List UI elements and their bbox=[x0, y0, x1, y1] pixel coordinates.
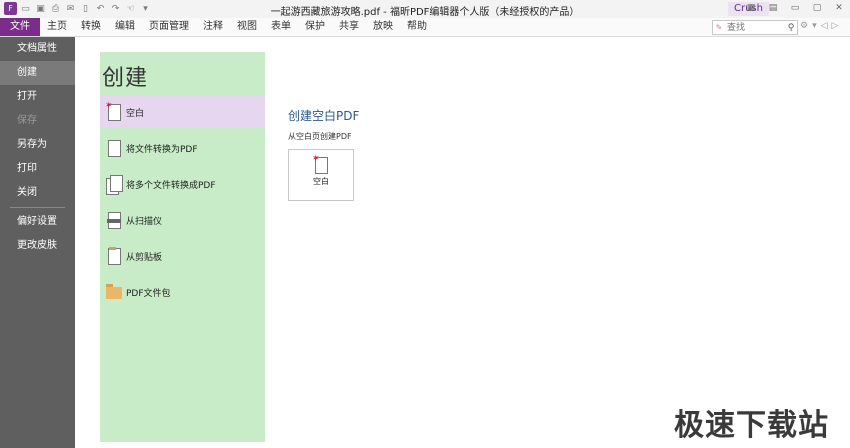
folder-icon bbox=[105, 283, 123, 301]
search-box: ✎ ⚲ bbox=[712, 20, 798, 35]
sidebar-item-open[interactable]: 打开 bbox=[0, 85, 75, 109]
create-option-label: 空白 bbox=[126, 108, 145, 119]
window-title: 一起游西藏旅游攻略.pdf - 福昕PDF编辑器个人版（未经授权的产品） bbox=[270, 7, 580, 18]
create-option-clipboard[interactable]: 从剪贴板 bbox=[100, 240, 265, 272]
tab-home[interactable]: 主页 bbox=[40, 18, 74, 36]
layout-icon[interactable]: ▦ bbox=[744, 2, 758, 15]
gear-icon[interactable]: ⚙ bbox=[800, 21, 808, 31]
arrow-right-icon[interactable]: ▷ bbox=[832, 21, 839, 31]
create-option-multi-convert[interactable]: 将多个文件转换成PDF bbox=[100, 168, 265, 200]
multi-file-convert-icon bbox=[105, 175, 123, 195]
arrow-left-icon[interactable]: ◁ bbox=[821, 21, 828, 31]
menu-bar: 文件 主页 转换 编辑 页面管理 注释 视图 表单 保护 共享 放映 帮助 ✎ … bbox=[0, 18, 850, 37]
tab-protect[interactable]: 保护 bbox=[298, 18, 332, 36]
create-option-label: 从扫描仪 bbox=[126, 216, 163, 227]
menu-right-controls: ⚙ ▾ ◁ ▷ bbox=[800, 21, 838, 31]
sidebar-item-document-properties[interactable]: 文档属性 bbox=[0, 37, 75, 61]
content-subtitle: 从空白页创建PDF bbox=[288, 132, 352, 141]
panel-gap bbox=[75, 37, 100, 448]
create-option-label: 将文件转换为PDF bbox=[126, 144, 198, 155]
create-option-label: 将多个文件转换成PDF bbox=[126, 180, 216, 191]
tab-share[interactable]: 共享 bbox=[332, 18, 366, 36]
sidebar-item-save-as[interactable]: 另存为 bbox=[0, 133, 75, 157]
sidebar-divider bbox=[10, 207, 65, 208]
blank-doc-icon: ✶ bbox=[312, 154, 330, 174]
sidebar-item-close[interactable]: 关闭 bbox=[0, 181, 75, 205]
sidebar-item-save: 保存 bbox=[17, 115, 37, 126]
sidebar-item-change-skin[interactable]: 更改皮肤 bbox=[0, 234, 75, 258]
content-title: 创建空白PDF bbox=[288, 109, 360, 123]
close-button[interactable]: ✕ bbox=[832, 2, 846, 15]
sidebar-item-print[interactable]: 打印 bbox=[0, 157, 75, 181]
create-panel-title: 创建 bbox=[102, 66, 149, 91]
window-controls: ▦ ▤ ▭ ▢ ✕ bbox=[744, 2, 846, 15]
minimize-button[interactable]: ▭ bbox=[788, 2, 802, 15]
blank-pdf-button[interactable]: ✶ 空白 bbox=[288, 149, 354, 201]
file-sidebar: 文档属性 创建 打开 保存 另存为 打印 关闭 偏好设置 更改皮肤 bbox=[0, 37, 75, 448]
search-input[interactable] bbox=[725, 22, 785, 33]
create-option-label: 从剪贴板 bbox=[126, 252, 163, 263]
blank-pdf-label: 空白 bbox=[313, 177, 329, 186]
title-bar: F ▭ ▣ ⎙ ✉ ▯ ↶ ↷ ☜ ▾ 一起游西藏旅游攻略.pdf - 福昕PD… bbox=[0, 0, 850, 19]
create-option-scanner[interactable]: 从扫描仪 bbox=[100, 204, 265, 236]
create-option-pdf-package[interactable]: PDF文件包 bbox=[100, 276, 265, 308]
tab-view[interactable]: 视图 bbox=[230, 18, 264, 36]
create-option-file-convert[interactable]: 将文件转换为PDF bbox=[100, 132, 265, 164]
blank-doc-icon: ✶ bbox=[105, 101, 123, 121]
scanner-icon bbox=[105, 211, 123, 229]
tab-slideshow[interactable]: 放映 bbox=[366, 18, 400, 36]
tab-edit[interactable]: 编辑 bbox=[108, 18, 142, 36]
sidebar-item-preferences[interactable]: 偏好设置 bbox=[0, 210, 75, 234]
sidebar-item-create[interactable]: 创建 bbox=[0, 61, 75, 85]
tab-convert[interactable]: 转换 bbox=[74, 18, 108, 36]
restore-layout-icon[interactable]: ▤ bbox=[766, 2, 780, 15]
create-option-blank[interactable]: ✶ 空白 bbox=[100, 96, 265, 128]
tab-page-manage[interactable]: 页面管理 bbox=[142, 18, 196, 36]
tag-icon: ✎ bbox=[715, 23, 723, 32]
tab-form[interactable]: 表单 bbox=[264, 18, 298, 36]
create-panel: 创建 ✶ 空白 将文件转换为PDF 将多个文件转换成PDF 从扫描仪 从剪贴板 bbox=[100, 52, 265, 442]
file-convert-icon bbox=[105, 139, 123, 157]
tab-help[interactable]: 帮助 bbox=[400, 18, 434, 36]
search-icon[interactable]: ⚲ bbox=[785, 23, 797, 33]
clipboard-icon bbox=[105, 247, 123, 265]
tab-comment[interactable]: 注释 bbox=[196, 18, 230, 36]
watermark: 极速下载站 bbox=[674, 408, 829, 443]
tab-file[interactable]: 文件 bbox=[0, 18, 40, 36]
maximize-button[interactable]: ▢ bbox=[810, 2, 824, 15]
create-option-label: PDF文件包 bbox=[126, 288, 171, 299]
menu-tabs: 文件 主页 转换 编辑 页面管理 注释 视图 表单 保护 共享 放映 帮助 bbox=[0, 18, 434, 36]
chevron-down-icon[interactable]: ▾ bbox=[812, 21, 817, 31]
